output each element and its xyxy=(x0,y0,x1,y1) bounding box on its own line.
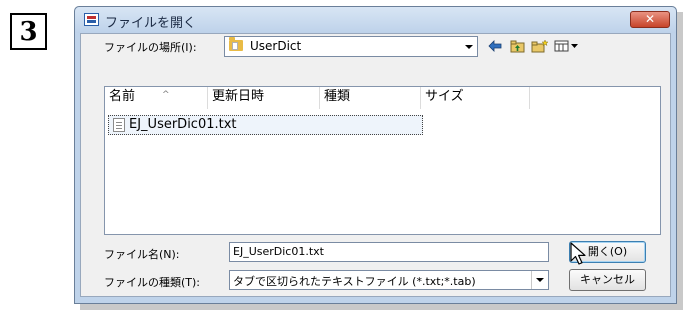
sort-indicator-icon: ^ xyxy=(162,90,170,100)
up-folder-icon[interactable] xyxy=(508,36,526,56)
cancel-button[interactable]: キャンセル xyxy=(569,269,646,291)
location-label: ファイルの場所(I): xyxy=(104,41,197,54)
column-header-date[interactable]: 更新日時 xyxy=(208,87,320,109)
location-value: UserDict xyxy=(250,39,302,53)
column-header-name[interactable]: 名前 ^ xyxy=(105,87,208,109)
filename-label: ファイル名(N): xyxy=(104,248,180,261)
new-folder-icon[interactable] xyxy=(530,36,550,56)
view-menu-icon[interactable] xyxy=(553,36,581,56)
filetype-label: ファイルの種類(T): xyxy=(104,276,201,289)
chevron-down-icon[interactable] xyxy=(531,271,548,289)
title-bar[interactable]: ファイルを開く ✕ xyxy=(75,7,676,33)
file-list[interactable]: 名前 ^ 更新日時 種類 サイズ EJ_UserDic01.txt xyxy=(104,86,661,235)
folder-icon xyxy=(229,37,243,51)
filename-input[interactable]: EJ_UserDic01.txt xyxy=(229,242,549,262)
file-name: EJ_UserDic01.txt xyxy=(129,117,237,132)
dialog-title: ファイルを開く xyxy=(105,16,197,31)
filetype-combobox[interactable]: タブで区切られたテキストファイル (*.txt;*.tab) xyxy=(229,270,549,290)
column-header-type[interactable]: 種類 xyxy=(320,87,421,109)
location-combobox[interactable]: UserDict xyxy=(224,36,478,57)
step-number-badge: 3 xyxy=(10,13,47,50)
column-header-size[interactable]: サイズ xyxy=(421,87,530,109)
mouse-pointer-icon xyxy=(570,242,586,265)
chevron-down-icon[interactable] xyxy=(461,37,477,56)
text-file-icon xyxy=(113,118,125,132)
file-row[interactable]: EJ_UserDic01.txt xyxy=(108,115,423,135)
close-button[interactable]: ✕ xyxy=(630,11,670,28)
column-name-label: 名前 xyxy=(109,89,136,104)
app-icon xyxy=(84,13,99,26)
back-arrow-icon[interactable] xyxy=(486,36,504,56)
filetype-value: タブで区切られたテキストファイル (*.txt;*.tab) xyxy=(233,275,476,288)
